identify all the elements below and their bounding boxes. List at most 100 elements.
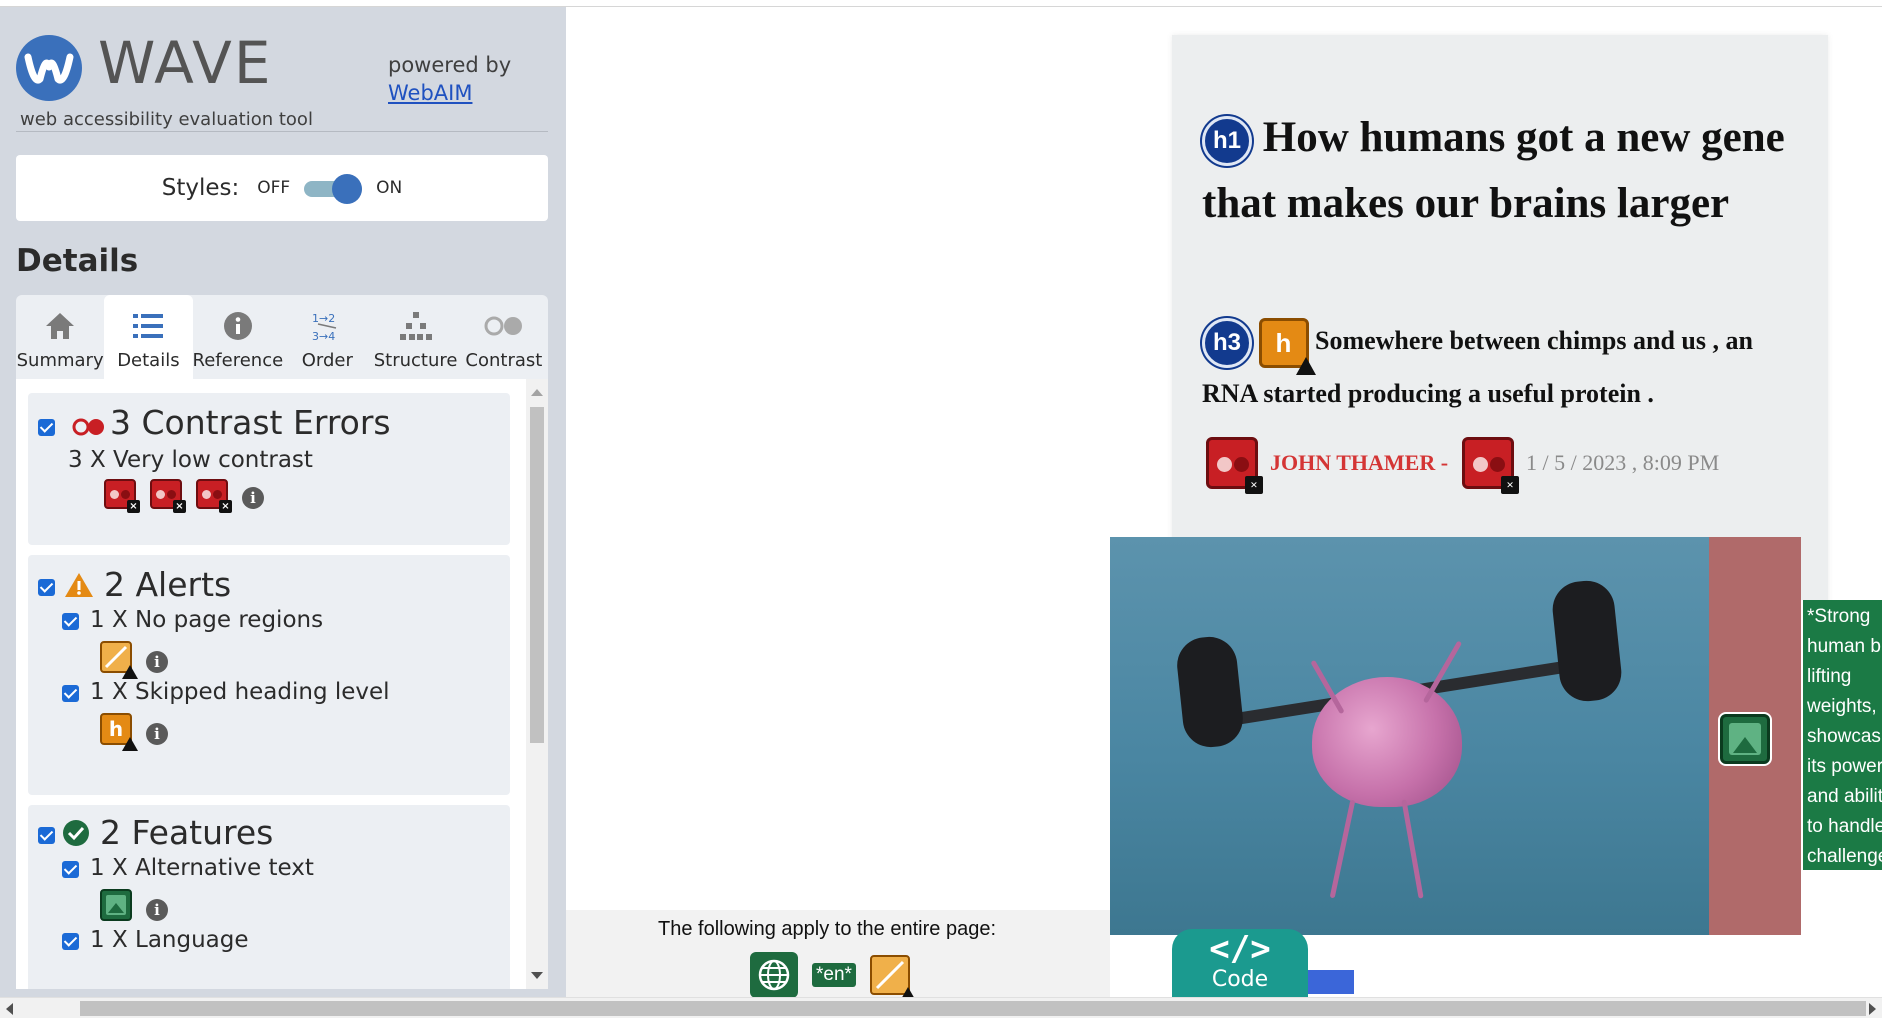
- tab-summary-label: Summary: [16, 350, 104, 371]
- details-scrollbar[interactable]: [526, 379, 548, 989]
- webaim-link[interactable]: WebAIM: [388, 81, 472, 105]
- structure-icon: [399, 306, 432, 346]
- very-low-contrast-label: 3 X Very low contrast: [68, 447, 313, 473]
- features-card: 2 Features 1 X Alternative text i 1 X La…: [28, 805, 510, 989]
- horizontal-scrollbar[interactable]: [0, 997, 1882, 1018]
- alerts-title: 2 Alerts: [104, 565, 232, 604]
- no-regions-page-icon[interactable]: [869, 955, 916, 1001]
- code-panel-edge: [1308, 970, 1354, 994]
- skipped-heading-info-icon[interactable]: i: [146, 723, 168, 745]
- contrast-error-icons: × × × i: [104, 479, 264, 513]
- tab-order[interactable]: 1→2 3→4 Order: [283, 295, 371, 379]
- page-level-text: The following apply to the entire page:: [658, 918, 996, 940]
- tab-structure-label: Structure: [373, 350, 458, 371]
- skipped-heading-icons: h i: [100, 713, 168, 751]
- contrast-errors-card: 3 Contrast Errors 3 X Very low contrast …: [28, 393, 510, 545]
- wave-logo-icon: [16, 35, 82, 101]
- no-regions-alert-icon[interactable]: [100, 641, 138, 679]
- language-checkbox[interactable]: [62, 933, 79, 950]
- contrast-error-icon[interactable]: ×: [196, 479, 232, 513]
- no-regions-info-icon[interactable]: i: [146, 651, 168, 673]
- details-panel: 3 Contrast Errors 3 X Very low contrast …: [16, 379, 548, 989]
- scroll-left-arrow-icon[interactable]: [6, 1003, 13, 1015]
- alert-category-icon: [64, 571, 94, 603]
- styles-off-label: OFF: [257, 178, 291, 198]
- alt-text-icons: i: [100, 889, 168, 921]
- styles-toggle-switch[interactable]: [304, 174, 363, 204]
- horizontal-scroll-thumb[interactable]: [80, 1001, 1866, 1016]
- details-scroll-thumb[interactable]: [530, 407, 544, 743]
- wave-sidebar: WAVE web accessibility evaluation tool p…: [0, 7, 566, 997]
- list-icon: [133, 306, 164, 346]
- article-date: 1 / 5 / 2023 , 8:09 PM: [1526, 450, 1720, 475]
- contrast-error-page-icon[interactable]: ×: [1462, 437, 1520, 494]
- styles-on-label: ON: [376, 178, 403, 198]
- wave-tagline: web accessibility evaluation tool: [20, 109, 313, 130]
- contrast-error-icon[interactable]: ×: [104, 479, 140, 513]
- skip-badge-text: h: [1275, 328, 1292, 359]
- h1-icon[interactable]: h1: [1202, 116, 1252, 167]
- panel-tabs: Summary Details Reference 1→2 3→4 Order …: [16, 295, 548, 379]
- no-page-regions-checkbox[interactable]: [62, 613, 79, 630]
- powered-by-text: powered by: [388, 53, 512, 77]
- contrast-error-page-icon[interactable]: ×: [1206, 437, 1263, 494]
- code-button-label: Code: [1211, 967, 1269, 992]
- contrast-info-icon[interactable]: i: [242, 487, 264, 509]
- skipped-heading-alert-icon[interactable]: h: [100, 713, 138, 751]
- alt-text-checkbox[interactable]: [62, 861, 79, 878]
- no-page-regions-label: 1 X No page regions: [90, 607, 324, 633]
- skipped-heading-page-icon[interactable]: h: [1258, 318, 1316, 376]
- scroll-up-arrow-icon[interactable]: [531, 389, 543, 396]
- alt-text-label-box: *Strong human brain lifting weights, sho…: [1801, 600, 1882, 870]
- svg-text:3→4: 3→4: [312, 330, 335, 342]
- scroll-down-arrow-icon[interactable]: [531, 972, 543, 979]
- styles-toggle-box: Styles: OFF ON: [16, 155, 548, 221]
- h3-icon[interactable]: h3: [1202, 318, 1252, 369]
- article-byline: × JOHN THAMER - × 1 / 5 / 2023 , 8:09 PM: [1206, 437, 1720, 494]
- tab-structure[interactable]: Structure: [371, 295, 459, 379]
- article-subheadline-block: h3 h Somewhere between chimps and us , a…: [1202, 315, 1812, 420]
- tab-summary[interactable]: Summary: [16, 295, 104, 379]
- tab-contrast[interactable]: Contrast: [460, 295, 548, 379]
- alt-text-label: 1 X Alternative text: [90, 855, 314, 881]
- features-checkbox[interactable]: [38, 827, 55, 844]
- alerts-checkbox[interactable]: [38, 579, 55, 596]
- brain-leg: [1401, 799, 1424, 899]
- code-button[interactable]: </> Code: [1172, 929, 1308, 1001]
- globe-icon[interactable]: [750, 952, 798, 998]
- home-icon: [44, 306, 76, 346]
- feature-category-icon: [62, 819, 90, 851]
- alt-text-feature-icon[interactable]: [100, 889, 132, 921]
- svg-text:1→2: 1→2: [312, 312, 335, 325]
- brain-arm: [1422, 640, 1463, 704]
- scroll-right-arrow-icon[interactable]: [1869, 1003, 1876, 1015]
- brain-leg: [1329, 799, 1356, 899]
- barbell-plate-left: [1174, 634, 1246, 750]
- alerts-card: 2 Alerts 1 X No page regions i 1 X Skipp…: [28, 555, 510, 795]
- tab-details[interactable]: Details: [104, 295, 193, 379]
- features-title: 2 Features: [100, 813, 274, 852]
- alt-text-info-icon[interactable]: i: [146, 899, 168, 921]
- tab-details-label: Details: [117, 350, 180, 371]
- tab-contrast-label: Contrast: [465, 350, 543, 371]
- code-icon: </>: [1209, 929, 1271, 969]
- contrast-tab-icon: [484, 306, 524, 346]
- skipped-heading-checkbox[interactable]: [62, 685, 79, 702]
- browser-top-edge: [0, 0, 1882, 7]
- order-icon: 1→2 3→4: [310, 306, 344, 346]
- article-author: JOHN THAMER -: [1270, 450, 1449, 475]
- language-badge[interactable]: *en*: [812, 963, 856, 987]
- toggle-knob: [332, 174, 363, 204]
- brand-divider: [16, 131, 548, 132]
- tab-reference-label: Reference: [192, 350, 284, 371]
- hero-image: [1110, 537, 1710, 935]
- barbell-plate-right: [1549, 578, 1625, 704]
- info-icon: [223, 306, 253, 346]
- contrast-errors-checkbox[interactable]: [38, 419, 55, 436]
- page-level-icon-row: *en*: [750, 952, 916, 1001]
- article-headline: How humans got a new gene that makes our…: [1202, 114, 1785, 227]
- tab-reference[interactable]: Reference: [192, 295, 284, 379]
- powered-by: powered by WebAIM: [388, 51, 511, 107]
- alt-text-page-icon[interactable]: [1720, 714, 1770, 764]
- contrast-error-icon[interactable]: ×: [150, 479, 186, 513]
